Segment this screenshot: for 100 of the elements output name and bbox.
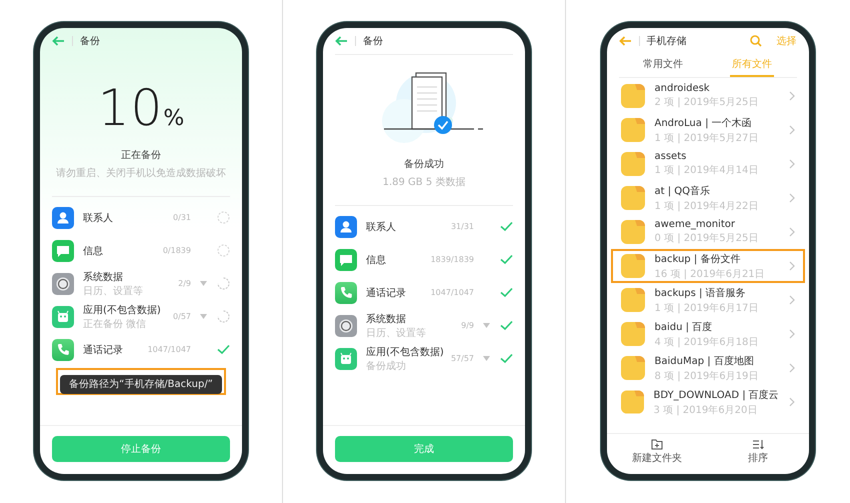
folder-meta: 0 项 | 2019年5月25日 [654, 232, 760, 245]
folder-name: BaiduMap | 百度地图 [654, 354, 755, 368]
folder-row[interactable]: androidesk 2 项 | 2019年5月25日 [610, 79, 804, 113]
screen-title: 备份 [363, 35, 383, 48]
folder-row[interactable]: baidu | 百度 4 项 | 2019年6月18日 [610, 317, 804, 351]
item-name: 联系人 [366, 220, 397, 234]
folder-row[interactable]: AndroLua | 一个木函 1 项 | 2019年5月27日 [610, 113, 804, 147]
folder-name: baidu | 百度 [654, 320, 714, 334]
item-count: 1047/1047 [148, 345, 191, 354]
chevron-right-icon [788, 363, 794, 373]
ring-icon [52, 272, 74, 294]
search-icon[interactable] [750, 35, 762, 47]
item-count: 31/31 [450, 222, 474, 231]
item-detail: 日历、设置等 [366, 326, 427, 340]
caret-icon[interactable] [483, 323, 490, 328]
caret-icon[interactable] [200, 314, 207, 319]
hint-text: 请勿重启、关闭手机以免造成数据破坏 [56, 166, 226, 180]
folder-name: AndroLua | 一个木函 [654, 116, 753, 130]
percent-unit: % [163, 106, 184, 131]
item-name: 系统数据 [83, 270, 124, 284]
chevron-right-icon [788, 329, 794, 339]
phone-icon [52, 338, 74, 360]
item-detail: 备份成功 [366, 360, 407, 372]
caret-icon[interactable] [200, 281, 207, 286]
chevron-right-icon [788, 397, 794, 407]
back-arrow-icon[interactable] [335, 36, 348, 46]
folder-name: backups | 语音服务 [654, 286, 747, 300]
chevron-right-icon [788, 159, 794, 169]
screen-title: 手机存储 [646, 34, 686, 48]
chat-bubble-icon [335, 248, 357, 270]
summary-text: 1.89 GB 5 类数据 [382, 176, 466, 189]
folder-plus-icon [651, 439, 663, 450]
folder-name: androidesk [654, 83, 711, 94]
folder-icon [620, 322, 644, 346]
screen-title: 备份 [80, 35, 100, 48]
item-name: 应用(不包含数据) [366, 346, 442, 358]
status-text: 正在备份 [121, 149, 161, 162]
item-name: 信息 [366, 254, 387, 266]
item-name: 信息 [83, 244, 104, 258]
folder-icon [620, 118, 644, 142]
chevron-right-icon [788, 261, 794, 271]
item-count: 0/1839 [162, 246, 191, 255]
folder-name: assets [654, 151, 688, 162]
item-count: 9/9 [461, 321, 474, 330]
folder-icon [620, 254, 644, 278]
sort-icon [752, 439, 764, 450]
item-count: 0/31 [173, 213, 191, 222]
folder-row[interactable]: aweme_monitor 0 项 | 2019年5月25日 [610, 215, 804, 249]
item-count: 2/9 [178, 279, 191, 288]
folder-row[interactable]: at | QQ音乐 1 项 | 2019年4月22日 [610, 181, 804, 215]
folder-row[interactable]: backups | 语音服务 1 项 | 2019年6月17日 [610, 283, 804, 317]
toast-message: 备份路径为“手机存储/Backup/” [60, 375, 222, 394]
folder-name: aweme_monitor [654, 219, 736, 230]
folder-name: backup | 备份文件 [654, 252, 742, 266]
item-name: 应用(不包含数据) [83, 304, 162, 316]
back-arrow-icon[interactable] [52, 36, 65, 46]
percent-value: 10 [98, 80, 164, 136]
chevron-right-icon [788, 227, 794, 237]
chat-bubble-icon [52, 240, 74, 262]
folder-icon [620, 356, 644, 380]
tab[interactable]: 常用文件 [641, 54, 685, 77]
item-count: 57/57 [450, 354, 474, 363]
item-count: 1839/1839 [430, 255, 474, 264]
folder-row[interactable]: BDY_DOWNLOAD | 百度云 3 项 | 2019年6月20日 [610, 385, 804, 419]
folder-row[interactable]: assets 1 项 | 2019年4月14日 [610, 147, 804, 181]
ring-icon [335, 314, 357, 336]
folder-icon [620, 288, 644, 312]
person-icon [335, 216, 357, 238]
back-arrow-icon[interactable] [618, 36, 632, 46]
chevron-right-icon [788, 91, 794, 101]
caret-icon[interactable] [483, 356, 490, 361]
folder-icon [620, 186, 644, 210]
phone-icon [335, 282, 357, 304]
item-count: 0/57 [173, 312, 191, 321]
folder-icon [620, 390, 644, 414]
toolbar-button[interactable]: 排序 [708, 434, 808, 470]
item-count: 1047/1047 [430, 288, 474, 297]
item-name: 联系人 [83, 212, 114, 224]
folder-name: at | QQ音乐 [654, 184, 712, 198]
chevron-right-icon [788, 193, 794, 203]
item-detail: 日历、设置等 [83, 284, 144, 298]
folder-meta: 16 项 | 2019年6月21日 [654, 268, 766, 280]
robot-icon [52, 306, 74, 328]
folder-row[interactable]: BaiduMap | 百度地图 8 项 | 2019年6月19日 [610, 351, 804, 385]
toolbar-button[interactable]: 新建文件夹 [606, 434, 708, 470]
folder-meta: 1 项 | 2019年4月14日 [654, 164, 760, 177]
folder-meta: 2 项 | 2019年5月25日 [654, 96, 760, 109]
folder-name: BDY_DOWNLOAD | 百度云 [654, 388, 779, 402]
folder-icon [620, 220, 644, 244]
person-icon [52, 206, 74, 228]
item-name: 系统数据 [366, 312, 407, 326]
item-name: 通话记录 [83, 344, 124, 356]
item-name: 通话记录 [366, 286, 407, 300]
folder-meta: 3 项 | 2019年6月20日 [654, 404, 758, 416]
folder-icon [620, 152, 644, 176]
chevron-right-icon [788, 125, 794, 135]
folder-meta: 1 项 | 2019年4月22日 [654, 200, 760, 212]
highlighted-folder-row[interactable]: backup | 备份文件 16 项 | 2019年6月21日 [610, 249, 804, 283]
folder-meta: 1 项 | 2019年5月27日 [654, 132, 760, 144]
item-detail: 正在备份 微信 [83, 318, 148, 330]
